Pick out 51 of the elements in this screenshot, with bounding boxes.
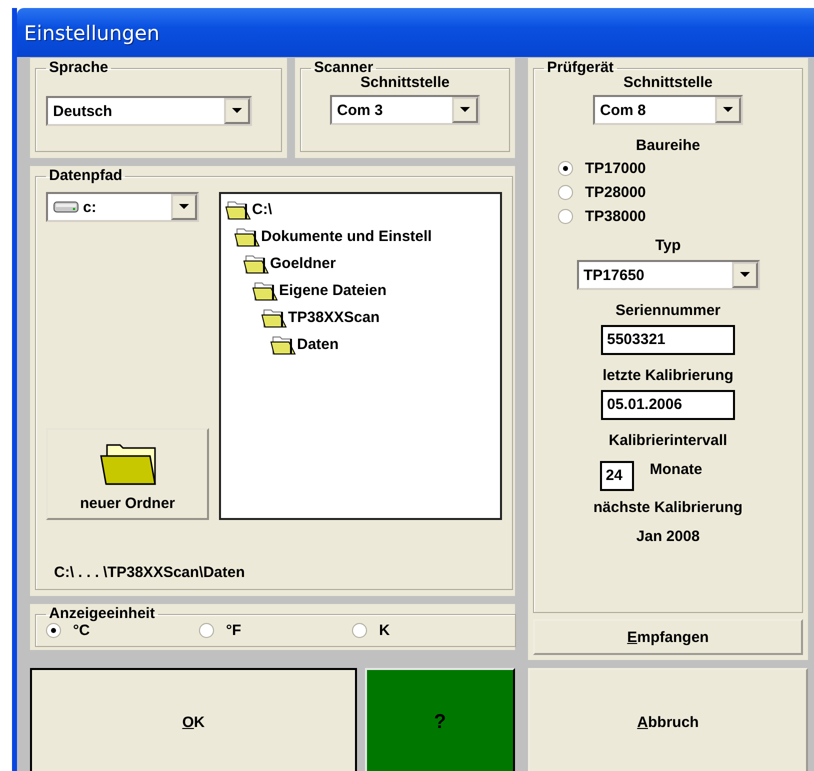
group-label: Datenpfad bbox=[48, 168, 124, 184]
language-dropdown[interactable]: Deutsch bbox=[46, 96, 252, 126]
field-label: Schnittstelle bbox=[623, 74, 713, 91]
series-radio[interactable]: TP17000 bbox=[558, 160, 646, 177]
folder-item[interactable]: Dokumente und Einstell bbox=[221, 223, 500, 250]
receive-button[interactable]: Empfangen bbox=[533, 619, 803, 655]
folder-item[interactable]: Daten bbox=[221, 331, 500, 358]
next-calibration-text: Jan 2008 bbox=[636, 528, 700, 545]
folder-icon bbox=[100, 443, 156, 485]
interval-field[interactable]: 24 bbox=[600, 461, 634, 491]
unit-radio[interactable]: K bbox=[352, 622, 505, 639]
open-folder-icon bbox=[243, 254, 269, 274]
window-title: Einstellungen bbox=[24, 20, 160, 44]
unit-label: Monate bbox=[650, 461, 702, 478]
type-dropdown[interactable]: TP17650 bbox=[576, 260, 760, 290]
folder-item[interactable]: Eigene Dateien bbox=[221, 277, 500, 304]
folder-item[interactable]: TP38XXScan bbox=[221, 304, 500, 331]
port-dropdown[interactable]: Com 3 bbox=[330, 95, 480, 125]
group-label: Prüfgerät bbox=[546, 60, 615, 76]
cancel-button[interactable]: Abbruch bbox=[528, 668, 808, 771]
open-folder-icon bbox=[270, 334, 296, 354]
folder-item[interactable]: C:\ bbox=[221, 196, 500, 223]
unit-radio[interactable]: °F bbox=[199, 622, 352, 639]
port-dropdown[interactable]: Com 8 bbox=[593, 95, 743, 125]
field-label: Baureihe bbox=[636, 137, 700, 154]
series-radio[interactable]: TP28000 bbox=[558, 184, 646, 201]
new-folder-button[interactable]: neuer Ordner bbox=[46, 428, 209, 520]
path-text: C:\ . . . \TP38XXScan\Daten bbox=[53, 564, 246, 581]
field-label: Seriennummer bbox=[615, 302, 721, 319]
drive-icon bbox=[53, 200, 79, 214]
serial-number-field[interactable]: 5503321 bbox=[601, 325, 735, 355]
field-label: Schnittstelle bbox=[360, 74, 450, 91]
unit-radio[interactable]: °C bbox=[46, 622, 199, 639]
open-folder-icon bbox=[261, 308, 287, 328]
open-folder-icon bbox=[252, 280, 278, 300]
group-label: Scanner bbox=[313, 60, 374, 76]
field-label: letzte Kalibrierung bbox=[602, 367, 734, 384]
folder-tree[interactable]: C:\ Dokumente und Einstell Goeldner Eigene Dateien TP38XXScan Daten bbox=[219, 192, 502, 520]
field-label: Kalibrierintervall bbox=[608, 432, 728, 449]
ok-button[interactable]: OK bbox=[30, 668, 357, 771]
folder-item[interactable]: Goeldner bbox=[221, 250, 500, 277]
field-label: Typ bbox=[655, 237, 681, 254]
open-folder-icon bbox=[234, 226, 260, 246]
drive-dropdown[interactable]: c: bbox=[46, 192, 199, 222]
field-label: nächste Kalibrierung bbox=[593, 499, 743, 516]
open-folder-icon bbox=[225, 200, 251, 220]
group-label: Sprache bbox=[48, 60, 110, 76]
group-label: Anzeigeeinheit bbox=[48, 606, 156, 622]
date-field[interactable]: 05.01.2006 bbox=[601, 390, 735, 420]
help-button[interactable]: ? bbox=[365, 668, 515, 771]
series-radio[interactable]: TP38000 bbox=[558, 208, 646, 225]
